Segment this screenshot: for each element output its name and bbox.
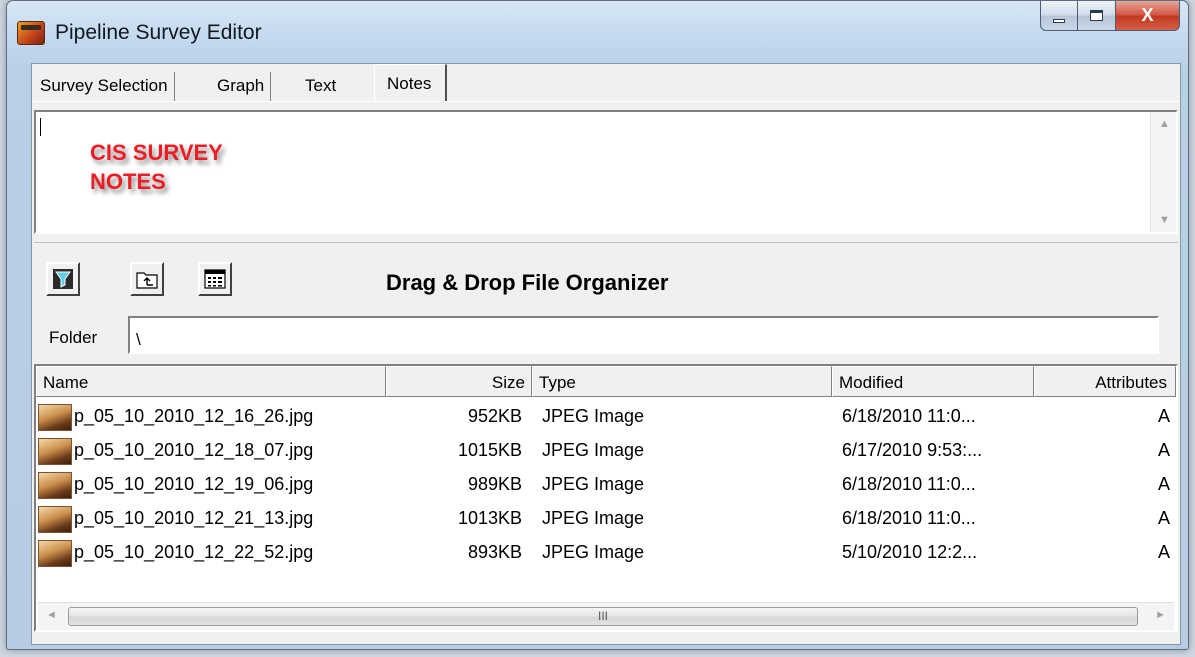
- file-name: p_05_10_2010_12_21_13.jpg: [74, 508, 314, 528]
- up-folder-button[interactable]: [130, 262, 164, 296]
- file-row[interactable]: p_05_10_2010_12_19_06.jpg 989KB JPEG Image…: [36, 469, 1176, 503]
- file-organizer: Drag & Drop File Organizer Folder: [34, 242, 1178, 360]
- window-title: Pipeline Survey Editor: [55, 21, 262, 44]
- notes-content: CIS SURVEY NOTES: [90, 138, 223, 196]
- file-size: 989KB: [467, 474, 522, 494]
- file-attributes: A: [1157, 406, 1170, 426]
- file-name: p_05_10_2010_12_16_26.jpg: [74, 406, 314, 426]
- app-logo-icon[interactable]: [17, 21, 45, 45]
- file-attributes: A: [1157, 508, 1170, 528]
- list-header: Name Size Type Modified Attributes: [36, 366, 1176, 397]
- file-type: JPEG Image: [542, 542, 645, 562]
- file-modified: 5/10/2010 12:2...: [842, 542, 978, 562]
- tab-label: Notes: [387, 74, 432, 93]
- scroll-right-icon[interactable]: ►: [1155, 609, 1166, 621]
- file-type: JPEG Image: [542, 440, 645, 460]
- file-modified: 6/18/2010 11:0...: [842, 406, 976, 426]
- close-icon: X: [1141, 5, 1154, 25]
- file-size: 1015KB: [457, 440, 522, 460]
- title-bar[interactable]: Pipeline Survey Editor X: [7, 1, 1188, 63]
- file-size: 952KB: [467, 406, 522, 426]
- organizer-title: Drag & Drop File Organizer: [386, 270, 669, 295]
- folder-path-input[interactable]: [128, 316, 1159, 354]
- scroll-up-icon[interactable]: ▲: [1159, 118, 1170, 130]
- file-modified: 6/18/2010 11:0...: [842, 508, 976, 528]
- scroll-down-icon[interactable]: ▼: [1159, 214, 1170, 226]
- tab-label: Graph: [217, 76, 265, 95]
- maximize-button[interactable]: [1078, 1, 1116, 31]
- file-modified: 6/17/2010 9:53:...: [842, 440, 983, 460]
- file-size: 1013KB: [457, 508, 522, 528]
- column-header-name[interactable]: Name: [36, 366, 386, 397]
- up-folder-icon: [136, 272, 158, 289]
- caption-buttons: X: [1040, 1, 1180, 31]
- minimize-button[interactable]: [1040, 1, 1078, 31]
- scroll-thumb[interactable]: III: [68, 607, 1138, 626]
- details-view-button[interactable]: [198, 262, 232, 296]
- text-caret: [40, 118, 41, 136]
- tab-label: Text: [305, 76, 337, 95]
- horizontal-scrollbar[interactable]: ◄ III ►: [38, 602, 1174, 630]
- column-header-modified[interactable]: Modified: [832, 366, 1034, 397]
- notes-textarea[interactable]: CIS SURVEY NOTES ▲ ▼: [34, 110, 1178, 234]
- jpeg-thumbnail-icon: [38, 472, 72, 499]
- app-window: Pipeline Survey Editor X Survey Selectio…: [6, 0, 1189, 650]
- file-name: p_05_10_2010_12_19_06.jpg: [74, 474, 314, 494]
- file-list[interactable]: Name Size Type Modified Attributes p_05_…: [34, 364, 1178, 632]
- tab-graph[interactable]: Graph: [211, 72, 272, 102]
- notes-line: CIS SURVEY: [90, 140, 223, 165]
- column-header-type[interactable]: Type: [532, 366, 832, 397]
- file-row[interactable]: p_05_10_2010_12_22_52.jpg 893KB JPEG Image…: [36, 537, 1176, 571]
- file-rows: p_05_10_2010_12_16_26.jpg 952KB JPEG Image…: [36, 401, 1176, 571]
- jpeg-thumbnail-icon: [38, 540, 72, 567]
- file-type: JPEG Image: [542, 406, 645, 426]
- tab-strip: Survey Selection Graph Text Notes: [32, 64, 1180, 102]
- tab-divider: [32, 101, 1180, 102]
- column-header-size[interactable]: Size: [386, 366, 532, 397]
- file-row[interactable]: p_05_10_2010_12_21_13.jpg 1013KB JPEG Imag…: [36, 503, 1176, 537]
- close-button[interactable]: X: [1116, 1, 1180, 31]
- tab-label: Survey Selection: [40, 76, 168, 95]
- file-type: JPEG Image: [542, 508, 645, 528]
- tab-notes[interactable]: Notes: [374, 64, 448, 102]
- folder-label: Folder: [49, 328, 98, 347]
- file-size: 893KB: [467, 542, 522, 562]
- jpeg-thumbnail-icon: [38, 438, 72, 465]
- client-area: Survey Selection Graph Text Notes CIS SU…: [31, 63, 1181, 645]
- filter-icon: [53, 269, 73, 289]
- column-header-attributes[interactable]: Attributes: [1034, 366, 1176, 397]
- details-view-icon: [204, 269, 226, 289]
- file-attributes: A: [1157, 542, 1170, 562]
- scroll-grip: III: [597, 609, 608, 623]
- tab-survey-selection[interactable]: Survey Selection: [34, 72, 175, 102]
- jpeg-thumbnail-icon: [38, 506, 72, 533]
- scroll-left-icon[interactable]: ◄: [46, 609, 57, 621]
- filter-button[interactable]: [46, 262, 80, 296]
- jpeg-thumbnail-icon: [38, 404, 72, 431]
- file-row[interactable]: p_05_10_2010_12_16_26.jpg 952KB JPEG Image…: [36, 401, 1176, 435]
- file-modified: 6/18/2010 11:0...: [842, 474, 976, 494]
- tab-text[interactable]: Text: [299, 72, 342, 102]
- notes-line: NOTES: [90, 169, 166, 194]
- file-name: p_05_10_2010_12_18_07.jpg: [74, 440, 314, 460]
- minimize-icon: [1053, 18, 1065, 23]
- notes-vertical-scrollbar[interactable]: ▲ ▼: [1150, 112, 1176, 232]
- file-name: p_05_10_2010_12_22_52.jpg: [74, 542, 314, 562]
- maximize-icon: [1090, 10, 1103, 21]
- file-type: JPEG Image: [542, 474, 645, 494]
- file-attributes: A: [1157, 474, 1170, 494]
- file-row[interactable]: p_05_10_2010_12_18_07.jpg 1015KB JPEG Imag…: [36, 435, 1176, 469]
- file-attributes: A: [1157, 440, 1170, 460]
